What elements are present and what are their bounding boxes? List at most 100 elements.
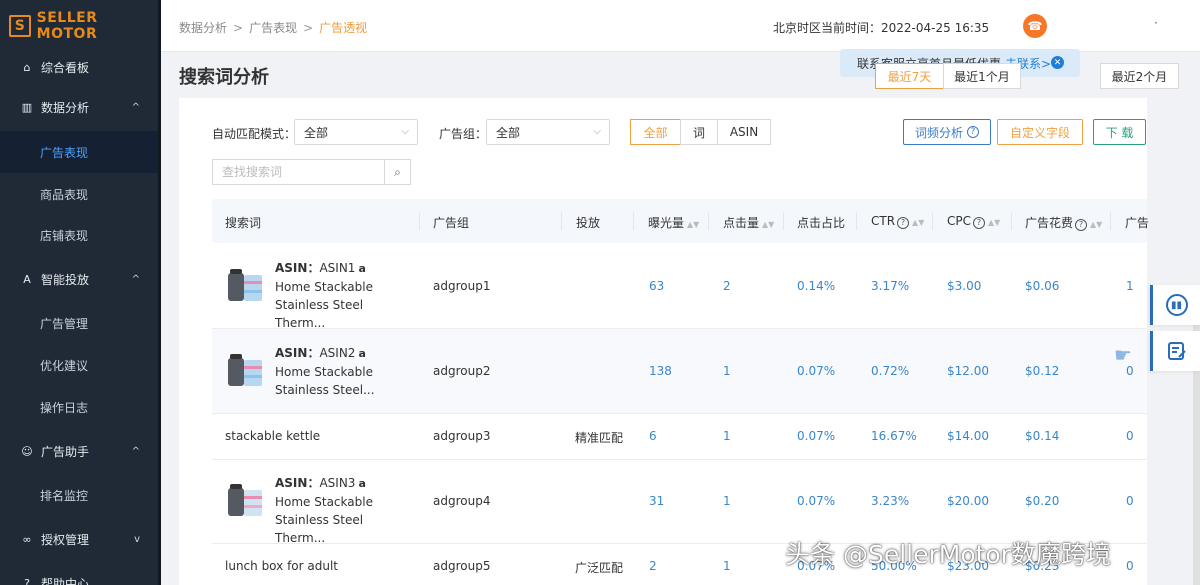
sidebar-item-label: 智能投放 xyxy=(41,272,90,287)
sort-icon[interactable]: ▲▼ xyxy=(1090,220,1102,229)
sidebar-item-label: 店铺表现 xyxy=(40,228,89,243)
bar-chart-icon: ▥ xyxy=(21,100,33,114)
col-ad-spend[interactable]: 广告花费? ▲▼ xyxy=(1025,214,1102,231)
col-clicks[interactable]: 点击量 ▲▼ xyxy=(723,214,774,231)
cpc-cell: $14.00 xyxy=(947,429,989,443)
customer-support-icon[interactable]: ☎ xyxy=(1023,14,1047,38)
sidebar-item-label: 广告表现 xyxy=(40,145,89,160)
chevron-up-icon: ^ xyxy=(131,273,140,285)
segment-word[interactable]: 词 xyxy=(680,119,718,145)
sidebar-item-ad-assistant[interactable]: ☺ 广告助手 ^ xyxy=(0,430,158,472)
amazon-icon[interactable]: a xyxy=(358,475,365,493)
table-row[interactable]: ASIN：ASIN3 a Home Stackable Stainless Ste… xyxy=(212,460,1147,545)
logo[interactable]: S SELLER MOTOR xyxy=(0,0,161,52)
search-icon[interactable]: ⌕ xyxy=(384,160,410,184)
match-mode-value: 全部 xyxy=(304,125,329,140)
sidebar-item-ad-management[interactable]: 广告管理 xyxy=(0,302,158,344)
sidebar-item-smart-ads[interactable]: A 智能投放 ^ xyxy=(0,258,158,300)
sidebar-item-label: 数据分析 xyxy=(41,100,90,115)
pause-tool-button[interactable]: ▮▮ xyxy=(1150,285,1200,325)
search-input[interactable] xyxy=(213,160,383,184)
column-divider xyxy=(1110,212,1111,230)
sidebar-edge xyxy=(158,0,161,585)
home-icon: ⌂ xyxy=(23,60,31,74)
col-impressions[interactable]: 曝光量 ▲▼ xyxy=(648,214,699,231)
ad-cell[interactable]: 0 xyxy=(1126,494,1134,508)
sidebar-item-help[interactable]: ? 帮助中心 xyxy=(0,562,158,585)
clicks-cell[interactable]: 1 xyxy=(723,429,731,443)
table-row[interactable]: ASIN：ASIN2 a Home Stackable Stainless Ste… xyxy=(212,329,1147,414)
sidebar-item-authorization[interactable]: ∞ 授权管理 v xyxy=(0,518,158,560)
sidebar-item-store-performance[interactable]: 店铺表现 xyxy=(0,214,158,256)
clicks-cell[interactable]: 1 xyxy=(723,494,731,508)
asin-label: ASIN： xyxy=(275,346,320,360)
ad-group-cell: adgroup5 xyxy=(433,559,491,573)
table-row[interactable]: ASIN：ASIN1 a Home Stackable Stainless Ste… xyxy=(212,243,1147,330)
click-share-cell: 0.14% xyxy=(797,279,836,293)
help-icon: ? xyxy=(973,216,985,229)
close-icon[interactable]: ✕ xyxy=(1051,56,1064,69)
download-button[interactable]: 下 载 xyxy=(1093,119,1146,145)
ad-spend-cell: $0.14 xyxy=(1025,429,1060,443)
col-click-share: 点击占比 xyxy=(797,216,846,230)
impressions-cell[interactable]: 138 xyxy=(649,364,672,378)
time-label: 北京时区当前时间： xyxy=(773,21,882,35)
product-info: ASIN：ASIN2 a Home Stackable Stainless Ste… xyxy=(275,344,415,399)
sort-icon[interactable]: ▲▼ xyxy=(912,218,924,227)
col-label: CPC xyxy=(947,214,971,228)
amazon-icon[interactable]: a xyxy=(358,260,365,278)
more-icon[interactable]: · xyxy=(1154,16,1158,30)
range-last-1-month[interactable]: 最近1个月 xyxy=(943,63,1021,89)
ad-cell[interactable]: 0 xyxy=(1126,429,1134,443)
impressions-cell[interactable]: 2 xyxy=(649,559,657,573)
help-icon: ? xyxy=(967,126,979,138)
match-mode-select[interactable]: 全部 ⌵ xyxy=(294,119,418,145)
sidebar-item-dashboard[interactable]: ⌂ 综合看板 xyxy=(0,46,158,88)
clicks-cell[interactable]: 1 xyxy=(723,559,731,573)
segment-asin[interactable]: ASIN xyxy=(717,119,771,145)
col-ad-group: 广告组 xyxy=(433,216,470,230)
range-last-7-days[interactable]: 最近7天 xyxy=(875,63,944,89)
cpc-cell: $3.00 xyxy=(947,279,982,293)
custom-fields-button[interactable]: 自定义字段 xyxy=(997,119,1083,145)
ad-icon: A xyxy=(23,272,31,286)
word-frequency-label: 词频分析 xyxy=(914,125,963,140)
ctr-cell: 3.17% xyxy=(871,279,910,293)
clicks-cell[interactable]: 1 xyxy=(723,364,731,378)
col-search-term: 搜索词 xyxy=(225,216,262,230)
ad-cell[interactable]: 1 xyxy=(1126,279,1134,293)
sidebar-item-product-performance[interactable]: 商品表现 xyxy=(0,173,158,215)
impressions-cell[interactable]: 6 xyxy=(649,429,657,443)
sort-icon[interactable]: ▲▼ xyxy=(687,220,699,229)
sort-icon[interactable]: ▲▼ xyxy=(762,220,774,229)
impressions-cell[interactable]: 63 xyxy=(649,279,664,293)
amazon-icon[interactable]: a xyxy=(358,345,365,363)
word-frequency-button[interactable]: 词频分析? xyxy=(903,119,991,145)
col-cpc[interactable]: CPC? ▲▼ xyxy=(947,214,1000,229)
sidebar-item-optimization[interactable]: 优化建议 xyxy=(0,344,158,386)
sidebar-item-data-analysis[interactable]: ▥ 数据分析 ^ xyxy=(0,86,158,128)
table-row[interactable]: stackable kettle adgroup3 精准匹配 6 1 0.07%… xyxy=(212,414,1147,460)
impressions-cell[interactable]: 31 xyxy=(649,494,664,508)
breadcrumb-item[interactable]: 数据分析 xyxy=(179,21,227,35)
notes-tool-button[interactable] xyxy=(1150,331,1200,371)
ad-group-value: 全部 xyxy=(496,125,521,140)
sidebar-item-operation-log[interactable]: 操作日志 xyxy=(0,386,158,428)
range-last-2-months[interactable]: 最近2个月 xyxy=(1100,63,1179,89)
sort-icon[interactable]: ▲▼ xyxy=(988,218,1000,227)
column-divider xyxy=(783,212,784,230)
clicks-cell[interactable]: 2 xyxy=(723,279,731,293)
click-share-cell: 0.07% xyxy=(797,429,836,443)
watermark: 头条 @SellerMotor数魔跨境 xyxy=(785,540,1111,569)
product-title-line2: Stainless Steel Therm... xyxy=(275,298,364,330)
ad-cell[interactable]: 0 xyxy=(1126,559,1134,573)
sidebar-item-ad-performance[interactable]: 广告表现 xyxy=(0,131,158,173)
breadcrumb-item[interactable]: 广告表现 xyxy=(249,21,297,35)
sidebar-item-rank-monitor[interactable]: 排名监控 xyxy=(0,474,158,516)
product-thumbnail xyxy=(228,354,262,386)
help-icon: ? xyxy=(24,576,30,585)
sidebar-item-label: 商品表现 xyxy=(40,187,89,202)
segment-all[interactable]: 全部 xyxy=(630,119,681,145)
col-ctr[interactable]: CTR? ▲▼ xyxy=(871,214,924,229)
ad-group-select[interactable]: 全部 ⌵ xyxy=(486,119,610,145)
